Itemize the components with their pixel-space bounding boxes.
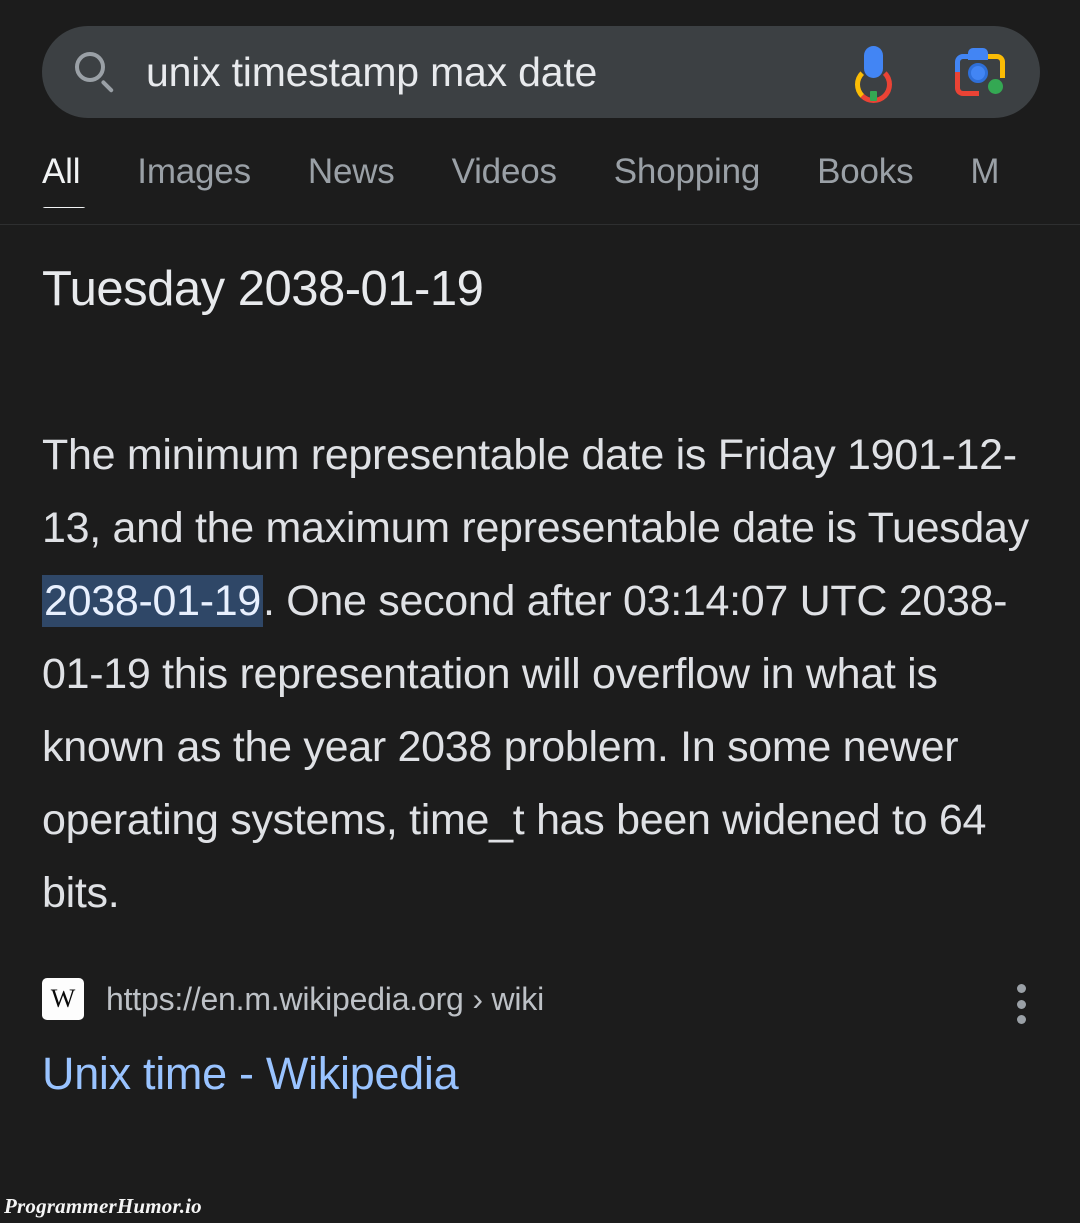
tab-all[interactable]: All: [42, 152, 137, 208]
tab-videos-label: Videos: [451, 152, 557, 191]
answer-headline: Tuesday 2038-01-19: [42, 262, 484, 316]
snippet-text-after: . One second after 03:14:07 UTC 2038-01-…: [42, 577, 1008, 917]
tab-books[interactable]: Books: [817, 152, 970, 192]
snippet-highlight: 2038-01-19: [42, 575, 263, 627]
tab-images[interactable]: Images: [137, 152, 308, 192]
watermark: ProgrammerHumor.io: [4, 1194, 202, 1218]
microphone-icon[interactable]: [850, 44, 896, 103]
google-lens-icon[interactable]: [954, 46, 1006, 98]
tab-maps[interactable]: M: [970, 152, 1056, 192]
source-url[interactable]: https://en.m.wikipedia.org › wiki: [84, 981, 544, 1018]
answer-snippet: The minimum representable date is Friday…: [42, 317, 1038, 930]
tab-shopping[interactable]: Shopping: [614, 152, 817, 192]
snippet-text-before: The minimum representable date is Friday…: [42, 431, 1029, 552]
tab-news[interactable]: News: [308, 152, 452, 192]
answer-panel: Tuesday 2038-01-19 The minimum represent…: [0, 225, 1080, 1100]
search-bar[interactable]: unix timestamp max date: [42, 26, 1040, 118]
source-attribution[interactable]: W https://en.m.wikipedia.org › wiki: [42, 930, 1038, 1024]
search-icon: [72, 49, 118, 95]
tab-all-label: All: [42, 152, 81, 191]
tab-videos[interactable]: Videos: [452, 152, 614, 192]
active-tab-underline: [42, 207, 86, 208]
search-header: unix timestamp max date: [0, 0, 1080, 118]
tab-news-label: News: [307, 152, 395, 191]
more-options-icon[interactable]: [1004, 982, 1038, 1026]
search-input[interactable]: unix timestamp max date: [118, 49, 850, 96]
wikipedia-favicon: W: [42, 978, 84, 1020]
tab-images-label: Images: [137, 152, 251, 191]
tab-books-label: Books: [817, 152, 914, 191]
result-title-link[interactable]: Unix time - Wikipedia: [42, 1020, 1038, 1100]
tab-maps-label: M: [970, 152, 1000, 191]
tab-shopping-label: Shopping: [613, 152, 761, 191]
search-tabs: All Images News Videos Shopping Books M: [0, 118, 1080, 208]
